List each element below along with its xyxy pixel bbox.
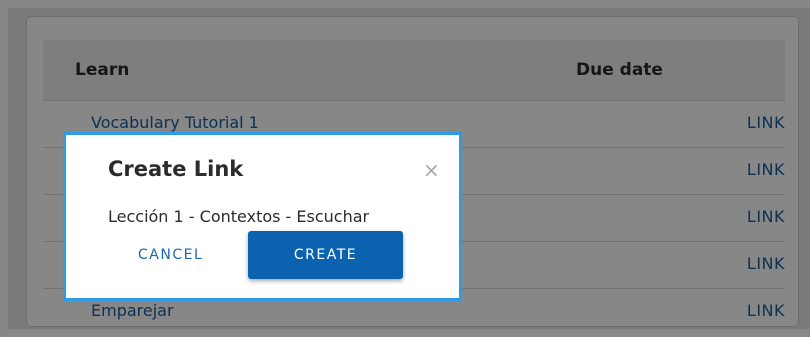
dialog-title: Create Link — [108, 157, 244, 181]
create-link-dialog: Create Link × Lección 1 - Contextos - Es… — [63, 132, 462, 301]
close-icon[interactable]: × — [423, 160, 440, 180]
dialog-message: Lección 1 - Contextos - Escuchar — [108, 207, 370, 226]
cancel-button[interactable]: CANCEL — [120, 231, 226, 279]
create-button[interactable]: CREATE — [248, 231, 403, 279]
